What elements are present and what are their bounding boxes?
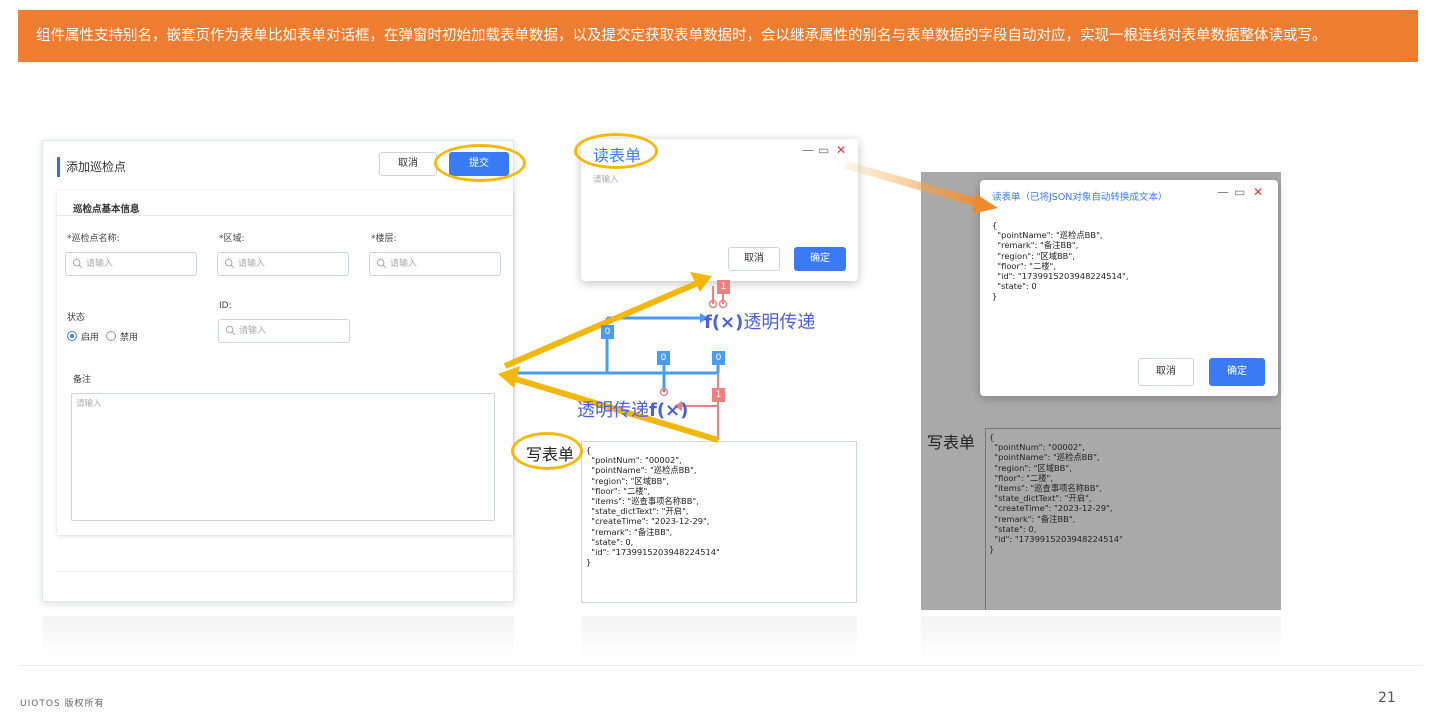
fx-label: f(×) — [649, 400, 689, 421]
node-value: 0 — [712, 351, 725, 365]
gray-area-reflection — [921, 616, 1281, 660]
write-box-reflection — [581, 616, 857, 660]
page-number: 21 — [1378, 690, 1396, 706]
node-value: 0 — [657, 351, 670, 365]
node-value: 1 — [717, 280, 730, 294]
result-arrow — [844, 161, 984, 208]
slide: 组件属性支持别名，嵌套页作为表单比如表单对话框，在弹窗时初始加载表单数据，以及提… — [0, 0, 1440, 721]
transparent-pass-top: f(×)透明传递 — [704, 308, 815, 334]
transparent-pass-text: 透明传递 — [577, 400, 649, 421]
transparent-pass-bottom: 透明传递f(×) — [577, 396, 688, 422]
node-value: 0 — [601, 325, 614, 339]
node-value: 1 — [712, 388, 725, 402]
write-arrow-head — [498, 366, 520, 388]
form-reflection — [42, 616, 514, 660]
result-arrow-head — [972, 194, 998, 214]
footer-divider — [18, 665, 1423, 666]
fx-label: f(×) — [704, 312, 744, 333]
copyright-text: UIOTOS 版权所有 — [20, 699, 105, 709]
transparent-pass-text: 透明传递 — [743, 312, 816, 333]
read-arrow — [503, 279, 702, 369]
